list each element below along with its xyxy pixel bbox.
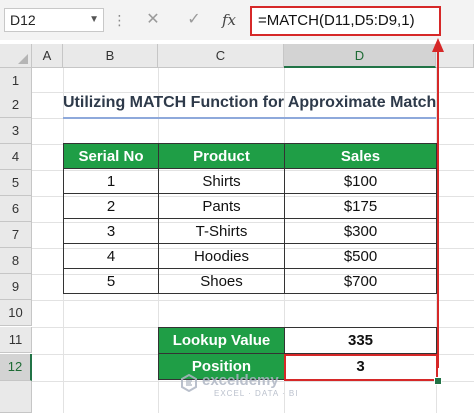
- watermark-name: exceldemy: [202, 372, 279, 389]
- cell-sales[interactable]: $175: [284, 193, 437, 219]
- formula-bar: D12 ▼ ⋮ ✕ ✓ fx =MATCH(D11,D5:D9,1): [0, 0, 474, 40]
- formula-bar-grip-icon[interactable]: ⋮: [112, 11, 127, 29]
- name-box[interactable]: D12 ▼: [4, 8, 104, 32]
- cell-serial[interactable]: 4: [63, 243, 159, 269]
- watermark-tagline: EXCEL · DATA · BI: [214, 389, 299, 398]
- row-header-1[interactable]: 1: [0, 68, 32, 94]
- watermark: exceldemy EXCEL · DATA · BI: [180, 370, 310, 400]
- cell-product[interactable]: Hoodies: [158, 243, 285, 269]
- cell-sales[interactable]: $700: [284, 268, 437, 294]
- row-header-6[interactable]: 6: [0, 196, 32, 222]
- table-row: 1 Shirts $100: [63, 168, 437, 194]
- cell-sales[interactable]: $500: [284, 243, 437, 269]
- column-header-a[interactable]: A: [32, 44, 63, 68]
- row-header-2[interactable]: 2: [0, 92, 32, 118]
- cell-serial[interactable]: 2: [63, 193, 159, 219]
- cell-product[interactable]: Pants: [158, 193, 285, 219]
- lookup-row: Lookup Value 335: [158, 327, 437, 354]
- cell-serial[interactable]: 3: [63, 218, 159, 244]
- header-product[interactable]: Product: [158, 143, 285, 169]
- column-header-d[interactable]: D: [284, 44, 436, 68]
- cell-product[interactable]: Shirts: [158, 168, 285, 194]
- header-sales[interactable]: Sales: [284, 143, 437, 169]
- cancel-icon[interactable]: ✕: [142, 8, 164, 32]
- table-row: 4 Hoodies $500: [63, 243, 437, 269]
- row-header-13[interactable]: [0, 381, 32, 413]
- row-header-7[interactable]: 7: [0, 222, 32, 248]
- cell-sales[interactable]: $300: [284, 218, 437, 244]
- row-header-9[interactable]: 9: [0, 274, 32, 300]
- sales-table: Serial No Product Sales 1 Shirts $100 2 …: [63, 143, 437, 294]
- row-header-5[interactable]: 5: [0, 170, 32, 196]
- fx-icon[interactable]: fx: [218, 8, 240, 32]
- row-header-10[interactable]: 10: [0, 300, 32, 326]
- title-underline: [63, 117, 436, 119]
- row-header-4[interactable]: 4: [0, 144, 32, 170]
- column-header-e[interactable]: [436, 44, 474, 68]
- table-row: 5 Shoes $700: [63, 268, 437, 294]
- chevron-down-icon[interactable]: ▼: [89, 9, 99, 31]
- row-header-12[interactable]: 12: [0, 354, 32, 381]
- cell-serial[interactable]: 5: [63, 268, 159, 294]
- row-header-3[interactable]: 3: [0, 118, 32, 144]
- formula-input[interactable]: =MATCH(D11,D5:D9,1): [250, 6, 441, 36]
- table-row: 3 T-Shirts $300: [63, 218, 437, 244]
- table-row: 2 Pants $175: [63, 193, 437, 219]
- cell-sales[interactable]: $100: [284, 168, 437, 194]
- fill-handle[interactable]: [434, 377, 442, 385]
- row-header-11[interactable]: 11: [0, 327, 32, 353]
- column-header-b[interactable]: B: [63, 44, 158, 68]
- enter-icon[interactable]: ✓: [183, 8, 205, 32]
- cell-product[interactable]: Shoes: [158, 268, 285, 294]
- sheet-title[interactable]: Utilizing MATCH Function for Approximate…: [63, 91, 436, 117]
- header-serial-no[interactable]: Serial No: [63, 143, 159, 169]
- name-box-value: D12: [10, 12, 36, 28]
- lookup-value-label[interactable]: Lookup Value: [158, 327, 285, 354]
- lookup-value-cell[interactable]: 335: [284, 327, 437, 354]
- table-header-row: Serial No Product Sales: [63, 143, 437, 169]
- select-all-icon[interactable]: [0, 44, 32, 68]
- cell-product[interactable]: T-Shirts: [158, 218, 285, 244]
- cell-serial[interactable]: 1: [63, 168, 159, 194]
- row-header-8[interactable]: 8: [0, 248, 32, 274]
- column-header-c[interactable]: C: [158, 44, 284, 68]
- exceldemy-logo-icon: [181, 374, 197, 392]
